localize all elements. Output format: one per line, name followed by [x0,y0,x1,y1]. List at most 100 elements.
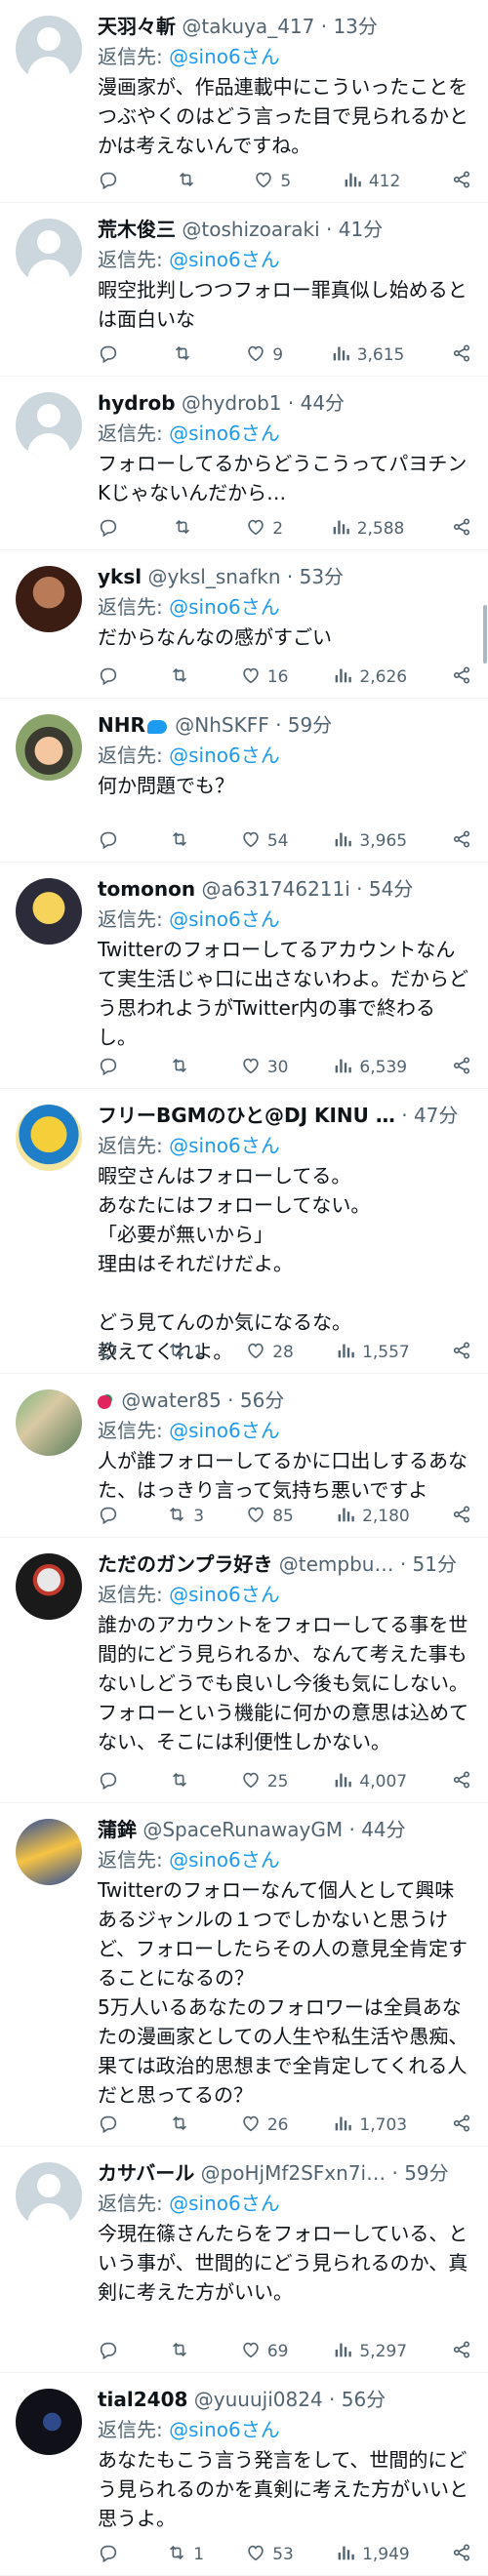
avatar[interactable] [16,1553,82,1620]
reply-mention-link[interactable]: @sino6さん [169,1134,280,1157]
display-name[interactable]: hydrob [98,391,176,415]
reply-button[interactable] [98,2542,125,2568]
avatar[interactable] [16,1819,82,1885]
views-button[interactable]: 5,297 [332,2339,407,2365]
user-handle[interactable]: @tempbu… [279,1552,394,1576]
retweet-button[interactable]: 3 [166,1504,204,1530]
reply-mention-link[interactable]: @sino6さん [169,595,280,619]
user-handle[interactable]: @SpaceRunawayGM [142,1818,343,1841]
display-name[interactable]: 天羽々斬 [98,15,176,38]
timestamp[interactable]: 13分 [333,15,377,38]
reply-mention-link[interactable]: @sino6さん [169,1848,280,1872]
share-button[interactable] [451,828,472,855]
views-button[interactable]: 412 [342,169,400,195]
tweet[interactable]: カサバール @poHjMf2SFxn7i… · 59分 返信先: @sino6さん… [0,2147,488,2373]
retweet-button[interactable] [169,828,196,855]
user-handle[interactable]: @hydrob1 [182,391,282,415]
share-button[interactable] [451,169,472,195]
share-button[interactable] [451,2542,472,2568]
display-name[interactable]: 荒木俊三 [98,218,176,241]
reply-button[interactable] [98,169,125,195]
timestamp[interactable]: 51分 [413,1552,457,1576]
like-button[interactable]: 53 [245,2542,294,2568]
views-button[interactable]: 2,588 [330,516,404,543]
tweet[interactable]: ただのガンプラ好き @tempbu… · 51分 返信先: @sino6さん 誰かの… [0,1538,488,1803]
tweet[interactable]: yksl @yksl_snafkn · 53分 返信先: @sino6さん だからな… [0,550,488,699]
timestamp[interactable]: 59分 [404,2161,448,2185]
share-button[interactable] [451,1340,472,1366]
avatar[interactable] [16,878,82,945]
reply-button[interactable] [98,1504,125,1530]
share-button[interactable] [451,1055,472,1081]
reply-mention-link[interactable]: @sino6さん [169,2192,280,2215]
tweet[interactable]: NHR @NhSKFF · 59分 返信先: @sino6さん 何か問題でも？ 54 3… [0,699,488,863]
avatar[interactable] [16,16,82,82]
views-button[interactable]: 1,949 [335,2542,410,2568]
retweet-button[interactable] [169,664,196,691]
share-button[interactable] [451,2113,472,2139]
like-button[interactable]: 28 [245,1340,294,1366]
retweet-button[interactable] [169,1769,196,1795]
like-button[interactable]: 30 [240,1055,288,1081]
like-button[interactable]: 85 [245,1504,294,1530]
share-button[interactable] [451,1769,472,1795]
reply-mention-link[interactable]: @sino6さん [169,422,280,445]
timestamp[interactable]: 56分 [342,2388,386,2411]
display-name[interactable]: NHR [98,713,145,737]
retweet-button[interactable]: 1 [166,1340,204,1366]
views-button[interactable]: 1,557 [335,1340,410,1366]
user-handle[interactable]: @poHjMf2SFxn7i… [201,2161,386,2185]
reply-mention-link[interactable]: @sino6さん [169,45,280,68]
tweet[interactable]: フリーBGMのひと@DJ KINU … · 47分 返信先: @sino6さん 暇空… [0,1089,488,1374]
retweet-button[interactable]: 1 [166,2542,204,2568]
share-button[interactable] [451,664,472,691]
user-handle[interactable]: @yuuuji0824 [194,2388,323,2411]
reply-button[interactable] [98,1769,125,1795]
user-handle[interactable]: @NhSKFF [175,713,268,737]
timestamp[interactable]: 44分 [361,1818,405,1841]
like-button[interactable]: 25 [240,1769,288,1795]
reply-button[interactable] [98,828,125,855]
timestamp[interactable]: 53分 [300,565,344,588]
views-button[interactable]: 3,615 [330,342,404,369]
views-button[interactable]: 6,539 [332,1055,407,1081]
avatar[interactable] [16,2162,82,2229]
avatar[interactable] [16,1389,82,1456]
user-handle[interactable]: @yksl_snafkn [147,565,280,588]
retweet-button[interactable] [169,2113,196,2139]
reply-mention-link[interactable]: @sino6さん [169,907,280,931]
like-button[interactable]: 26 [240,2113,288,2139]
reply-button[interactable] [98,342,125,369]
reply-button[interactable] [98,1055,125,1081]
like-button[interactable]: 69 [240,2339,288,2365]
retweet-button[interactable] [172,516,199,543]
share-button[interactable] [451,516,472,543]
tweet[interactable]: tial2408 @yuuuji0824 · 56分 返信先: @sino6さんあ… [0,2373,488,2576]
timestamp[interactable]: 44分 [301,391,345,415]
reply-button[interactable] [98,2339,125,2365]
avatar[interactable] [16,1105,82,1171]
avatar[interactable] [16,392,82,459]
retweet-button[interactable] [172,342,199,369]
retweet-button[interactable] [169,2339,196,2365]
user-handle[interactable]: @takuya_417 [182,15,314,38]
reply-mention-link[interactable]: @sino6さん [169,1583,280,1606]
retweet-button[interactable] [176,169,203,195]
reply-mention-link[interactable]: @sino6さん [169,248,280,271]
avatar[interactable] [16,566,82,632]
retweet-button[interactable] [169,1055,196,1081]
reply-button[interactable] [98,1340,125,1366]
display-name[interactable]: カサバール [98,2161,194,2185]
reply-mention-link[interactable]: @sino6さん [169,744,280,767]
views-button[interactable]: 3,965 [332,828,407,855]
share-button[interactable] [451,1504,472,1530]
avatar[interactable] [16,2389,82,2455]
reply-button[interactable] [98,516,125,543]
tweet[interactable]: tomonon @a631746211i · 54分 返信先: @sino6さん T… [0,863,488,1089]
views-button[interactable]: 2,626 [332,664,407,691]
reply-button[interactable] [98,2113,125,2139]
avatar[interactable] [16,219,82,285]
user-handle[interactable]: @a631746211i [201,877,349,901]
tweet[interactable]: 蒲鉾 @SpaceRunawayGM · 44分 返信先: @sino6さん Twi… [0,1803,488,2147]
timestamp[interactable]: 54分 [369,877,413,901]
